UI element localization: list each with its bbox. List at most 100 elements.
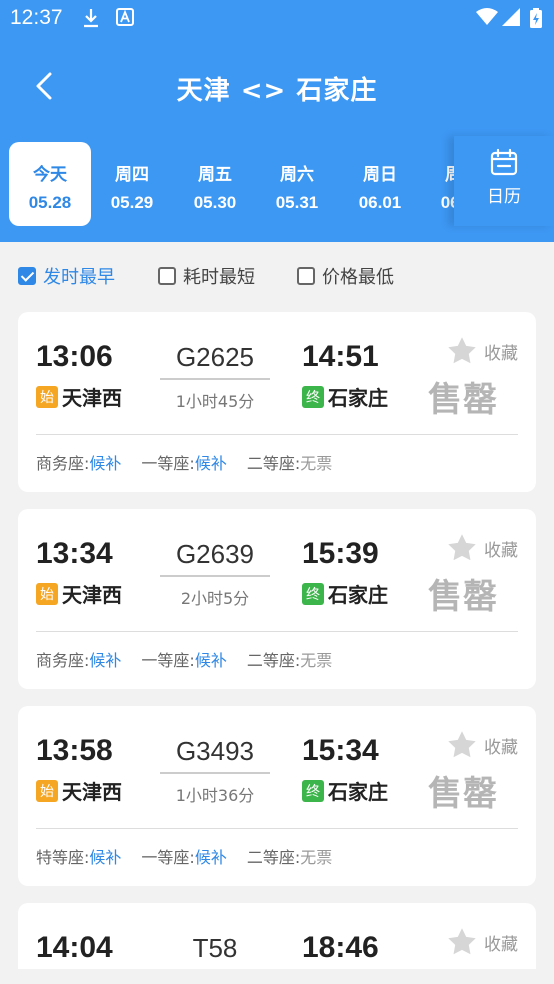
favorite-label: 收藏 [484,540,518,561]
date-tab-saturday[interactable]: 周六 05.31 [256,142,338,226]
departure-station-name: 天津西 [62,780,122,804]
date-tab-weekday: 周一 [445,165,454,185]
date-tab-weekday: 今天 [33,165,67,185]
filter-lowest-price[interactable]: 价格最低 [297,262,394,290]
seat-status: 候补 [194,848,227,867]
start-station-badge: 始 [36,779,58,802]
seat-second-class: 二等座:无票 [247,450,332,474]
seat-class: 一等座: [141,454,195,473]
signal-icon [502,8,520,30]
end-station-badge: 终 [302,385,324,408]
arrival-station-name: 石家庄 [328,583,388,607]
departure-time: 13:58 [36,734,113,767]
train-number: G3493 [175,736,255,766]
seat-status: 候补 [194,651,227,670]
departure-station-name: 天津西 [62,386,122,410]
seat-status: 候补 [194,454,227,473]
seat-status: 候补 [89,651,122,670]
sold-out-label: 售罄 [428,380,498,420]
travel-duration: 1小时36分 [175,786,255,805]
departure-station-name: 天津西 [62,583,122,607]
calendar-button[interactable]: 日历 [454,136,554,226]
page-title: 天津 <> 石家庄 [176,76,378,106]
date-tab-weekday: 周四 [115,165,149,185]
filter-label: 耗时最短 [183,267,255,288]
duration-divider [160,378,270,380]
seat-class: 二等座: [246,454,301,473]
favorite-button[interactable]: 收藏 [446,927,518,957]
arrival-station: 终 石家庄 [302,382,388,411]
date-tab-sunday[interactable]: 周日 06.01 [339,142,421,226]
seat-class: 一等座: [141,848,195,867]
train-card[interactable]: 13:58 G3493 1小时36分 15:34 始 天津西 终 石家庄 收藏 … [18,706,536,886]
calendar-icon [490,148,518,176]
start-station-badge: 始 [36,385,58,408]
date-tab-today[interactable]: 今天 05.28 [9,142,91,226]
sold-out-label: 售罄 [428,577,498,617]
date-tab-weekday: 周日 [363,165,397,185]
seat-class: 二等座: [246,651,301,670]
date-tab-date: 06.01 [358,193,402,212]
seat-class: 特等座: [36,848,90,867]
nav-bar: 天津 <> 石家庄 [0,58,554,116]
date-tab-friday[interactable]: 周五 05.30 [174,142,256,226]
arrival-time: 15:39 [302,537,379,570]
train-number: T58 [192,933,238,963]
seat-status: 候补 [89,454,122,473]
checkbox-icon[interactable] [297,267,315,285]
date-tab-date: 05.29 [110,193,154,212]
calendar-label: 日历 [487,187,521,207]
seat-class: 商务座: [36,454,90,473]
train-number: G2639 [175,539,255,569]
date-tab-monday[interactable]: 周一 06.02 [421,142,454,226]
checkbox-checked-icon[interactable] [18,267,36,285]
filter-earliest-departure[interactable]: 发时最早 [18,262,115,290]
seat-premium: 特等座:候补 [36,844,121,868]
start-station-badge: 始 [36,582,58,605]
date-tab-strip: 今天 05.28 周四 05.29 周五 05.30 周六 05.31 周日 0… [0,142,454,226]
favorite-button[interactable]: 收藏 [446,730,518,760]
train-card[interactable]: 14:04 T58 18:46 收藏 [18,903,536,969]
departure-time: 14:04 [36,931,113,964]
favorite-button[interactable]: 收藏 [446,336,518,366]
arrival-station: 终 石家庄 [302,776,388,805]
seat-availability: 特等座:候补 一等座:候补 二等座:无票 [36,844,352,868]
seat-first-class: 一等座:候补 [141,450,226,474]
departure-time: 13:06 [36,340,113,373]
favorite-label: 收藏 [484,343,518,364]
date-tab-weekday: 周六 [280,165,314,185]
train-number: G2625 [175,342,255,372]
seat-status: 候补 [89,848,122,867]
date-tab-weekday: 周五 [198,165,232,185]
card-divider [36,828,518,829]
train-card[interactable]: 13:06 G2625 1小时45分 14:51 始 天津西 终 石家庄 收藏 … [18,312,536,492]
sort-filters: 发时最早 耗时最短 价格最低 [0,256,554,296]
seat-first-class: 一等座:候补 [141,647,226,671]
checkbox-icon[interactable] [158,267,176,285]
train-card[interactable]: 13:34 G2639 2小时5分 15:39 始 天津西 终 石家庄 收藏 售… [18,509,536,689]
departure-station: 始 天津西 [36,579,122,608]
travel-duration: 1小时45分 [175,392,255,411]
seat-status: 无票 [300,651,333,670]
end-station-badge: 终 [302,779,324,802]
sold-out-label: 售罄 [428,774,498,814]
battery-icon [530,8,542,32]
arrival-station: 终 石家庄 [302,579,388,608]
app-notification-icon [116,8,134,30]
card-divider [36,631,518,632]
date-tab-date: 05.30 [193,193,237,212]
arrival-time: 15:34 [302,734,379,767]
date-tab-thursday[interactable]: 周四 05.29 [91,142,173,226]
status-bar: 12:37 [0,0,554,36]
filter-shortest-duration[interactable]: 耗时最短 [158,262,255,290]
arrival-station-name: 石家庄 [328,386,388,410]
seat-availability: 商务座:候补 一等座:候补 二等座:无票 [36,647,352,671]
seat-business: 商务座:候补 [36,647,121,671]
favorite-button[interactable]: 收藏 [446,533,518,563]
seat-status: 无票 [300,848,333,867]
departure-station: 始 天津西 [36,382,122,411]
end-station-badge: 终 [302,582,324,605]
arrival-time: 14:51 [302,340,379,373]
seat-second-class: 二等座:无票 [247,647,332,671]
date-tab-date: 05.28 [28,193,72,212]
